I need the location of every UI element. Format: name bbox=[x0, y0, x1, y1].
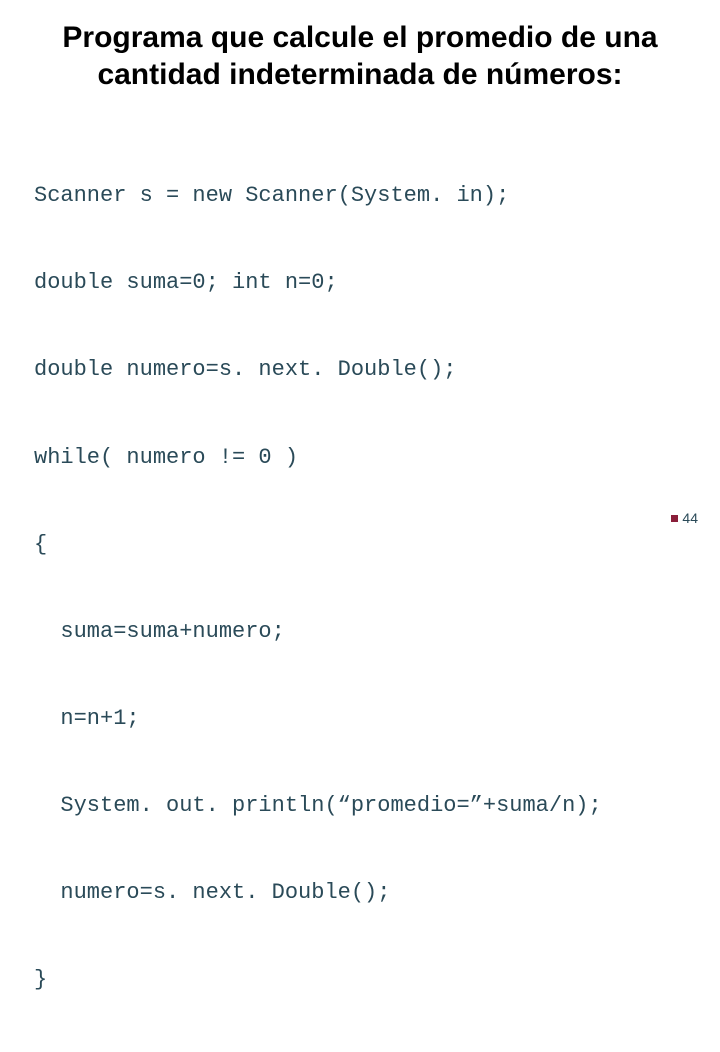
footer: 44 bbox=[671, 510, 698, 526]
slide: Programa que calcule el promedio de una … bbox=[0, 0, 720, 1052]
code-line: double suma=0; int n=0; bbox=[34, 268, 692, 297]
code-line: { bbox=[34, 530, 692, 559]
code-line: while( numero != 0 ) bbox=[34, 443, 692, 472]
code-line: n=n+1; bbox=[34, 704, 692, 733]
page-number: 44 bbox=[682, 510, 698, 526]
code-line: System. out. println(“promedio=”+suma/n)… bbox=[34, 791, 692, 820]
slide-title: Programa que calcule el promedio de una … bbox=[28, 20, 692, 93]
code-line: numero=s. next. Double(); bbox=[34, 878, 692, 907]
code-line: double numero=s. next. Double(); bbox=[34, 355, 692, 384]
code-line: suma=suma+numero; bbox=[34, 617, 692, 646]
code-line: Scanner s = new Scanner(System. in); bbox=[34, 181, 692, 210]
code-block: Scanner s = new Scanner(System. in); dou… bbox=[28, 123, 692, 1052]
bullet-icon bbox=[671, 515, 678, 522]
code-line: } bbox=[34, 965, 692, 994]
